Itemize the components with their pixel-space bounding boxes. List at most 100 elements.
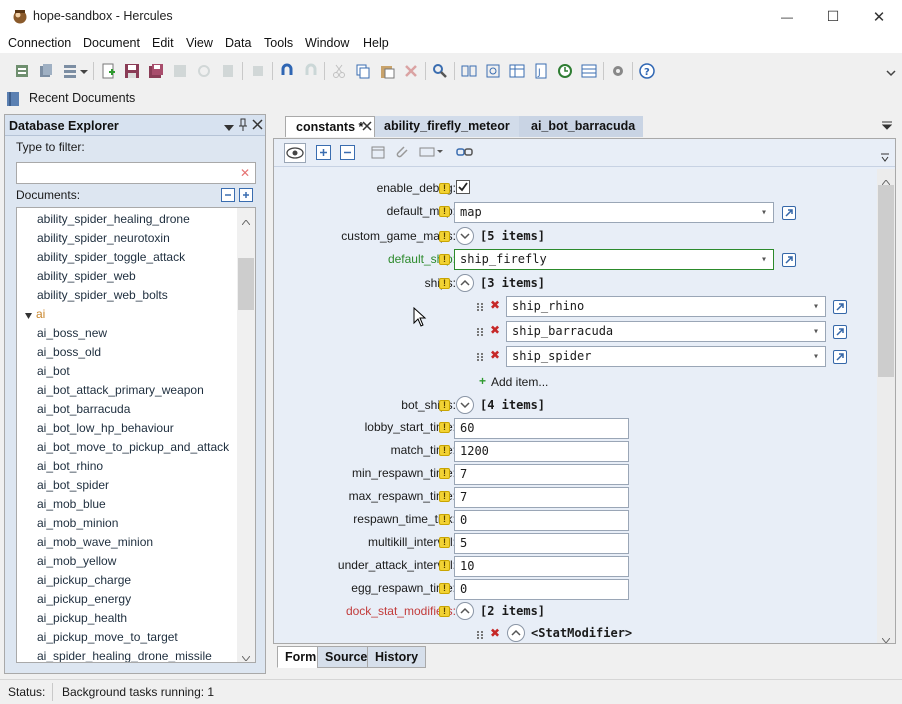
connect-icon[interactable] bbox=[14, 63, 30, 79]
max-respawn-time-input[interactable]: 7 bbox=[454, 487, 629, 508]
list-item[interactable]: ai_bot_barracuda bbox=[37, 402, 130, 416]
undo-icon[interactable] bbox=[279, 63, 295, 79]
ship-item-select[interactable]: ship_spider ▾ bbox=[506, 346, 826, 367]
panel-menu-icon[interactable] bbox=[224, 121, 234, 135]
min-respawn-time-input[interactable]: 7 bbox=[454, 464, 629, 485]
menu-view[interactable]: View bbox=[186, 36, 213, 50]
documents-list[interactable]: ability_spider_healing_drone ability_spi… bbox=[16, 207, 256, 663]
expand-icon[interactable] bbox=[316, 145, 331, 160]
list-item[interactable]: ai_boss_old bbox=[37, 345, 101, 359]
form-scrollbar[interactable] bbox=[877, 169, 895, 646]
remove-item-icon[interactable]: ✖ bbox=[490, 323, 500, 337]
export-icon[interactable] bbox=[172, 63, 188, 79]
multikill-interval-input[interactable]: 5 bbox=[454, 533, 629, 554]
cut-icon[interactable] bbox=[331, 63, 347, 79]
collapse-icon[interactable] bbox=[340, 145, 355, 160]
remove-item-icon[interactable]: ✖ bbox=[490, 348, 500, 362]
list-item[interactable]: ai_mob_minion bbox=[37, 516, 118, 530]
menu-connection[interactable]: Connection bbox=[8, 36, 71, 50]
list-item[interactable]: ability_spider_web bbox=[37, 269, 136, 283]
print-icon[interactable] bbox=[250, 63, 266, 79]
refresh-icon[interactable] bbox=[196, 63, 212, 79]
list-item[interactable]: ai_bot_rhino bbox=[37, 459, 103, 473]
menu-document[interactable]: Document bbox=[83, 36, 140, 50]
match-time-input[interactable]: 1200 bbox=[454, 441, 629, 462]
link-icon[interactable] bbox=[456, 144, 474, 163]
maximize-button[interactable]: ☐ bbox=[810, 0, 856, 33]
menu-data[interactable]: Data bbox=[225, 36, 251, 50]
menu-tools[interactable]: Tools bbox=[264, 36, 293, 50]
collapse-collection-icon[interactable] bbox=[456, 602, 474, 620]
drag-handle-icon[interactable] bbox=[477, 351, 485, 361]
list-item[interactable]: ai_bot_spider bbox=[37, 478, 109, 492]
remove-item-icon[interactable]: ✖ bbox=[490, 626, 500, 640]
compare-icon[interactable] bbox=[461, 63, 477, 79]
attach-icon[interactable] bbox=[394, 144, 410, 163]
scroll-down-icon[interactable] bbox=[241, 650, 251, 662]
default-map-select[interactable]: map ▾ bbox=[454, 202, 774, 223]
goto-reference-icon[interactable] bbox=[782, 206, 796, 220]
save-all-icon[interactable] bbox=[148, 63, 164, 79]
copy-icon[interactable] bbox=[355, 63, 371, 79]
respawn-time-tick-input[interactable]: 0 bbox=[454, 510, 629, 531]
list-icon[interactable] bbox=[62, 63, 78, 79]
goto-reference-icon[interactable] bbox=[833, 325, 847, 339]
zoom-icon[interactable] bbox=[485, 63, 501, 79]
folder-item-ai[interactable]: ai bbox=[36, 307, 45, 321]
panel-close-icon[interactable] bbox=[252, 119, 263, 133]
default-ship-select[interactable]: ship_firefly ▾ bbox=[454, 249, 774, 270]
help-icon[interactable]: ? bbox=[639, 63, 655, 79]
remove-item-icon[interactable]: ✖ bbox=[490, 298, 500, 312]
chevron-down-icon[interactable] bbox=[79, 63, 89, 79]
tab-history[interactable]: History bbox=[367, 646, 427, 668]
goto-reference-icon[interactable] bbox=[782, 253, 796, 267]
grid-icon[interactable] bbox=[509, 63, 525, 79]
egg-respawn-time-input[interactable]: 0 bbox=[454, 579, 629, 600]
documents-icon[interactable] bbox=[38, 63, 54, 79]
expand-collection-icon[interactable] bbox=[456, 227, 474, 245]
drag-handle-icon[interactable] bbox=[477, 629, 485, 639]
list-item[interactable]: ai_spider_healing_drone_missile bbox=[37, 649, 212, 662]
minimize-button[interactable]: — bbox=[764, 0, 810, 33]
new-document-icon[interactable] bbox=[100, 63, 116, 79]
menu-edit[interactable]: Edit bbox=[152, 36, 174, 50]
tab-close-icon[interactable] bbox=[362, 120, 372, 134]
settings-gear-icon[interactable] bbox=[610, 63, 626, 79]
scroll-up-icon[interactable] bbox=[241, 214, 251, 228]
enable-debug-checkbox[interactable] bbox=[456, 180, 470, 194]
save-icon[interactable] bbox=[124, 63, 140, 79]
list-item[interactable]: ai_mob_wave_minion bbox=[37, 535, 153, 549]
list-item[interactable]: ability_spider_web_bolts bbox=[37, 288, 168, 302]
eye-icon[interactable] bbox=[284, 143, 306, 163]
drag-handle-icon[interactable] bbox=[477, 301, 485, 311]
list-item[interactable]: ability_spider_toggle_attack bbox=[37, 250, 185, 264]
list-item[interactable]: ai_mob_yellow bbox=[37, 554, 116, 568]
ship-item-select[interactable]: ship_barracuda ▾ bbox=[506, 321, 826, 342]
documents-scrollbar[interactable] bbox=[237, 208, 255, 662]
tab-constants[interactable]: constants * bbox=[285, 116, 375, 137]
layout-icon[interactable] bbox=[419, 144, 443, 163]
scroll-down-icon[interactable] bbox=[881, 632, 891, 646]
list-item[interactable]: ability_spider_neurotoxin bbox=[37, 231, 170, 245]
history-icon[interactable] bbox=[557, 63, 573, 79]
drag-handle-icon[interactable] bbox=[477, 326, 485, 336]
list-item[interactable]: ai_pickup_energy bbox=[37, 592, 131, 606]
goto-reference-icon[interactable] bbox=[833, 350, 847, 364]
delete-icon[interactable] bbox=[403, 63, 419, 79]
list-item[interactable]: ai_bot_move_to_pickup_and_attack bbox=[37, 440, 229, 454]
close-button[interactable]: ✕ bbox=[856, 0, 902, 33]
list-item[interactable]: ai_pickup_move_to_target bbox=[37, 630, 178, 644]
clear-filter-icon[interactable]: ✕ bbox=[240, 166, 250, 180]
ship-item-select[interactable]: ship_rhino ▾ bbox=[506, 296, 826, 317]
collapse-collection-icon[interactable] bbox=[456, 274, 474, 292]
toolbar-overflow-icon[interactable] bbox=[886, 67, 896, 83]
list-item[interactable]: ai_pickup_health bbox=[37, 611, 127, 625]
form-toolbar-overflow-icon[interactable] bbox=[881, 152, 889, 166]
tab-ability-firefly-meteor[interactable]: ability_firefly_meteor bbox=[375, 116, 519, 137]
list-item[interactable]: ai_bot bbox=[37, 364, 70, 378]
list-item[interactable]: ai_pickup_charge bbox=[37, 573, 131, 587]
paste-icon[interactable] bbox=[379, 63, 395, 79]
collapse-collection-icon[interactable] bbox=[507, 624, 525, 642]
under-attack-interval-input[interactable]: 10 bbox=[454, 556, 629, 577]
scroll-thumb[interactable] bbox=[878, 185, 894, 377]
